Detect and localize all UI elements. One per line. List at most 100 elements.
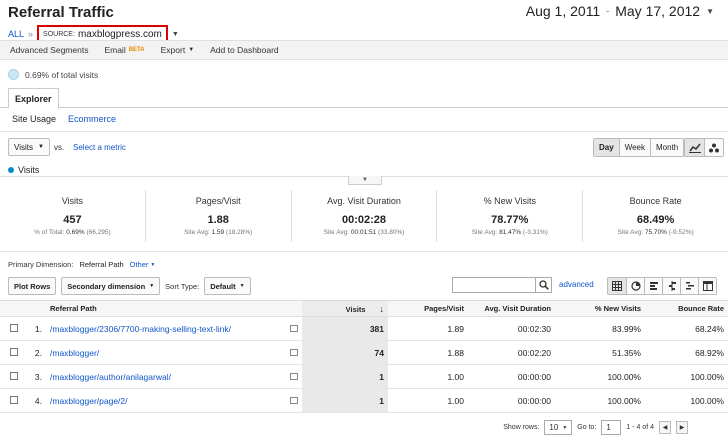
month-button[interactable]: Month xyxy=(650,139,684,156)
table-view-icon[interactable] xyxy=(608,278,626,294)
secondary-dimension-select[interactable]: Secondary dimension ▼ xyxy=(61,277,161,295)
row-referral-path-link[interactable]: /maxblogger/2306/7700-making-selling-tex… xyxy=(46,316,282,341)
external-link-icon[interactable] xyxy=(290,348,298,356)
header-bounce-rate[interactable]: Bounce Rate xyxy=(645,300,728,317)
sort-type-select[interactable]: Default ▼ xyxy=(204,277,251,295)
header-referral-path[interactable]: Referral Path xyxy=(46,300,282,317)
day-button[interactable]: Day xyxy=(594,139,619,156)
scorecard-sub-label: % of Total: xyxy=(34,229,65,236)
header-visits[interactable]: Visits ↓ xyxy=(302,300,388,317)
date-range-picker[interactable]: Aug 1, 2011 - May 17, 2012 ▼ xyxy=(526,3,714,19)
scorecard-name: Avg. Visit Duration xyxy=(327,196,401,206)
term-cloud-view-icon[interactable] xyxy=(680,278,698,294)
scorecard-sub-value: 00:01:51 xyxy=(350,229,377,236)
scorecard-sub-extra: (18.28%) xyxy=(225,229,253,236)
row-referral-path-link[interactable]: /maxblogger/page/2/ xyxy=(46,388,282,413)
scorecard-value: 78.77% xyxy=(491,214,529,226)
table-controls: Plot Rows Secondary dimension ▼ Sort Type… xyxy=(8,277,251,295)
scorecard-sub-value: 1.59 xyxy=(211,229,225,236)
other-dimension-dropdown[interactable]: Other ▼ xyxy=(130,260,156,269)
subtab-site-usage[interactable]: Site Usage xyxy=(12,114,56,124)
scorecard-new-visits: % New Visits 78.77% Site Avg: 81.47% (-3… xyxy=(436,190,582,242)
chevron-down-icon: ▼ xyxy=(706,6,714,16)
row-avg-duration: 00:02:20 xyxy=(468,340,555,365)
goto-input[interactable]: 1 xyxy=(601,420,622,435)
date-separator: - xyxy=(606,6,610,16)
show-rows-value: 10 xyxy=(549,423,559,432)
advanced-filter-link[interactable]: advanced xyxy=(559,280,594,289)
row-bounce-rate: 68.24% xyxy=(645,316,728,341)
row-index: 3. xyxy=(28,364,46,389)
chevron-down-icon: ▼ xyxy=(362,177,368,183)
advanced-segments-button[interactable]: Advanced Segments xyxy=(10,45,88,55)
performance-view-icon[interactable] xyxy=(644,278,662,294)
header-index-col xyxy=(28,300,46,317)
chevron-down-icon: ▼ xyxy=(188,47,195,53)
header-new-visits[interactable]: % New Visits xyxy=(555,300,645,317)
header-visits-label: Visits xyxy=(345,304,366,314)
advanced-segments-label: Advanced Segments xyxy=(10,45,89,55)
collapse-chart-toggle[interactable]: ▼ xyxy=(348,176,382,185)
primary-dimension-value[interactable]: Referral Path xyxy=(79,260,123,269)
week-button[interactable]: Week xyxy=(618,139,650,156)
next-page-icon[interactable]: ▶ xyxy=(676,421,688,434)
row-new-visits: 100.00% xyxy=(555,364,645,389)
row-avg-duration: 00:00:00 xyxy=(468,364,555,389)
scorecard-name: Pages/Visit xyxy=(195,196,241,206)
subtab-ecommerce[interactable]: Ecommerce xyxy=(68,114,116,124)
scorecard-value: 1.88 xyxy=(207,214,229,226)
row-index: 1. xyxy=(28,316,46,341)
external-link-icon[interactable] xyxy=(290,396,298,404)
plot-rows-button[interactable]: Plot Rows xyxy=(8,277,57,295)
row-checkbox[interactable] xyxy=(10,323,18,332)
row-checkbox[interactable] xyxy=(10,347,18,356)
row-bounce-rate: 100.00% xyxy=(645,364,728,389)
export-button[interactable]: Export ▼ xyxy=(161,45,195,55)
chevron-down-icon: ▼ xyxy=(37,144,44,150)
table-pager: Show rows: 10 ▼ Go to: 1 1 - 4 of 4 ◀ ▶ xyxy=(503,420,688,435)
row-popout-cell xyxy=(282,316,302,341)
header-avg-visit-duration[interactable]: Avg. Visit Duration xyxy=(468,300,555,317)
row-checkbox-cell xyxy=(0,388,28,413)
row-pages-visit: 1.89 xyxy=(388,316,468,341)
motion-chart-icon[interactable] xyxy=(704,139,723,156)
row-index: 4. xyxy=(28,388,46,413)
scorecard-sub-label: Site Avg: xyxy=(617,229,644,236)
select-metric-link[interactable]: Select a metric xyxy=(73,143,126,152)
chevron-down-icon[interactable]: ▼ xyxy=(172,31,179,38)
email-button[interactable]: Email BETA xyxy=(104,45,144,55)
primary-dimension-label: Primary Dimension: xyxy=(8,260,74,269)
row-referral-path-link[interactable]: /maxblogger/ xyxy=(46,340,282,365)
row-referral-path-link[interactable]: /maxblogger/author/anilagarwal/ xyxy=(46,364,282,389)
row-visits: 1 xyxy=(302,364,388,389)
row-new-visits: 51.35% xyxy=(555,340,645,365)
line-chart-icon[interactable] xyxy=(685,139,704,156)
segment-summary: 0.69% of total visits xyxy=(8,69,98,80)
tab-bar xyxy=(0,88,728,108)
external-link-icon[interactable] xyxy=(290,324,298,332)
row-visits: 1 xyxy=(302,388,388,413)
row-checkbox[interactable] xyxy=(10,395,18,404)
comparison-view-icon[interactable] xyxy=(662,278,680,294)
tab-explorer[interactable]: Explorer xyxy=(8,88,59,109)
metric-select[interactable]: Visits ▼ xyxy=(8,138,50,156)
add-to-dashboard-button[interactable]: Add to Dashboard xyxy=(210,45,279,55)
search-button[interactable] xyxy=(535,277,552,293)
header-pages-visit[interactable]: Pages/Visit xyxy=(388,300,468,317)
breadcrumb-all-link[interactable]: ALL xyxy=(8,29,24,39)
scorecard-sub: Site Avg: 00:01:51 (33.80%) xyxy=(324,229,405,236)
scorecard-sub: Site Avg: 75.70% (-9.52%) xyxy=(618,229,694,236)
table-row: 1. /maxblogger/2306/7700-making-selling-… xyxy=(0,316,728,341)
pie-view-icon[interactable] xyxy=(626,278,644,294)
external-link-icon[interactable] xyxy=(290,372,298,380)
segment-label: 0.69% of total visits xyxy=(25,69,99,80)
pivot-view-icon[interactable] xyxy=(698,278,716,294)
table-row: 3. /maxblogger/author/anilagarwal/ 1 1.0… xyxy=(0,364,728,389)
row-checkbox[interactable] xyxy=(10,371,18,380)
chevron-down-icon: ▼ xyxy=(150,261,156,268)
prev-page-icon[interactable]: ◀ xyxy=(659,421,671,434)
scorecard-pages-visit: Pages/Visit 1.88 Site Avg: 1.59 (18.28%) xyxy=(144,190,291,242)
scorecard-sub: Site Avg: 1.59 (18.28%) xyxy=(184,229,252,236)
show-rows-select[interactable]: 10 ▼ xyxy=(544,420,573,435)
row-pages-visit: 1.00 xyxy=(388,388,468,413)
